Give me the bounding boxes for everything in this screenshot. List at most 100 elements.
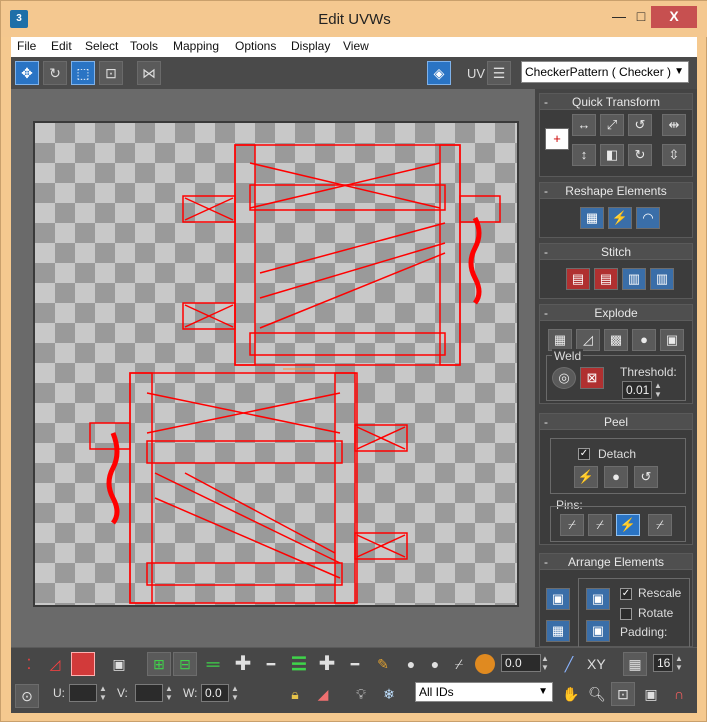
explode-by-smoothing-icon[interactable]: ● <box>632 329 656 351</box>
detach-checkbox[interactable]: ✓ <box>578 448 590 460</box>
flatten-icon[interactable]: ▩ <box>604 329 628 351</box>
stitch-to-target-icon[interactable]: ▤ <box>566 268 590 290</box>
select-pinned-icon[interactable]: ⌿ <box>648 514 672 536</box>
falloff-space-label[interactable]: XY <box>587 656 606 672</box>
move-icon[interactable]: ✥ <box>15 61 39 85</box>
vertex-select-icon[interactable]: ⁚ <box>17 652 41 676</box>
target-weld-icon[interactable]: ◎ <box>552 367 576 389</box>
pack-custom-icon[interactable]: ▣ <box>586 588 610 610</box>
falloff-spinner[interactable]: ▲ ▼ <box>541 654 549 672</box>
zoom-region-icon[interactable]: ⊡ <box>611 682 635 706</box>
scale-icon[interactable]: ⬚ <box>71 61 95 85</box>
mirror-icon[interactable]: ⋈ <box>137 61 161 85</box>
arc-icon[interactable]: ◠ <box>636 207 660 229</box>
quick-peel-icon[interactable]: ⚡ <box>574 466 598 488</box>
pack-normalize-icon[interactable]: ▣ <box>546 588 570 610</box>
rescale-checkbox[interactable]: ✓ <box>620 588 632 600</box>
hide-icon[interactable]: 💡︎ <box>349 682 373 706</box>
grid-input[interactable]: 16 <box>653 654 673 672</box>
space-horizontal-icon[interactable]: ⇹ <box>662 114 686 136</box>
grid-spinner[interactable]: ▲ ▼ <box>675 654 683 672</box>
menu-options[interactable]: Options <box>235 39 276 53</box>
stitch-average-icon[interactable]: ▤ <box>594 268 618 290</box>
pin-icon[interactable]: ⌿ <box>560 514 584 536</box>
threshold-input[interactable]: 0.01 <box>622 381 652 399</box>
rollout-header-quick-transform[interactable]: - Quick Transform <box>540 94 692 110</box>
menu-tools[interactable]: Tools <box>130 39 158 53</box>
polygon-select-icon[interactable] <box>71 652 95 676</box>
menu-select[interactable]: Select <box>85 39 118 53</box>
minimize-button[interactable]: — <box>605 6 633 28</box>
shrink-brush-icon[interactable]: ● <box>423 652 447 676</box>
align-horizontal-icon[interactable]: ↔ <box>572 114 596 136</box>
grow-selection-icon[interactable]: ⊞ <box>147 652 171 676</box>
enlarge-brush-icon[interactable]: ● <box>399 652 423 676</box>
stitch-custom-icon[interactable]: ▥ <box>650 268 674 290</box>
align-diagonal-icon[interactable]: ⤢ <box>600 114 624 136</box>
rollout-header-stitch[interactable]: - Stitch <box>540 244 692 260</box>
falloff-input[interactable]: 0.0 <box>501 654 541 672</box>
rollout-header-explode[interactable]: - Explode <box>540 305 692 321</box>
rotate-icon[interactable]: ↻ <box>43 61 67 85</box>
material-id-select[interactable]: All IDs ▼ <box>415 682 553 702</box>
pivot-center-icon[interactable]: + <box>545 128 569 150</box>
absolute-offset-icon[interactable]: ⊙ <box>15 684 39 708</box>
w-input[interactable]: 0.0 <box>201 684 229 702</box>
shrink-ring-icon[interactable]: ━ <box>343 652 367 676</box>
paint-select-icon[interactable]: ✎ <box>371 652 395 676</box>
shrink-loop-icon[interactable]: ━ <box>259 652 283 676</box>
rollout-header-reshape[interactable]: - Reshape Elements <box>540 183 692 199</box>
peel-mode-icon[interactable]: ● <box>604 466 628 488</box>
weld-selected-icon[interactable]: ⊠ <box>580 367 604 389</box>
menu-view[interactable]: View <box>343 39 369 53</box>
list-icon[interactable]: ☰ <box>487 61 511 85</box>
auto-pin-icon[interactable]: ⚡ <box>616 514 640 536</box>
menu-mapping[interactable]: Mapping <box>173 39 219 53</box>
show-hidden-icon[interactable]: ◢ <box>311 682 335 706</box>
freeze-icon[interactable]: ❄ <box>377 682 401 706</box>
texture-select[interactable]: CheckerPattern ( Checker ) ▼ <box>521 61 689 83</box>
snap-toggle-icon[interactable]: ∩ <box>667 682 691 706</box>
menu-edit[interactable]: Edit <box>51 39 72 53</box>
relax-icon[interactable]: ⚡ <box>608 207 632 229</box>
u-spinner[interactable]: ▲ ▼ <box>99 684 107 702</box>
rotate-ccw-icon[interactable]: ↺ <box>628 114 652 136</box>
menu-display[interactable]: Display <box>291 39 330 53</box>
close-button[interactable]: X <box>651 6 697 28</box>
explode-by-material-icon[interactable]: ▣ <box>660 329 684 351</box>
align-vertical-icon[interactable]: ↕ <box>572 144 596 166</box>
zoom-extents-icon[interactable]: ▣ <box>639 682 663 706</box>
grow-ring-icon[interactable]: ✚ <box>315 652 339 676</box>
straighten-icon[interactable]: ◧ <box>600 144 624 166</box>
menu-file[interactable]: File <box>17 39 36 53</box>
limit-selection-icon[interactable]: ▦ <box>623 652 647 676</box>
freeform-icon[interactable]: ⊡ <box>99 61 123 85</box>
grow-loop-icon[interactable]: ✚ <box>231 652 255 676</box>
checker-display-icon[interactable]: ◈ <box>427 61 451 85</box>
pan-icon[interactable]: ✋ <box>559 682 583 706</box>
v-input[interactable] <box>135 684 163 702</box>
space-vertical-icon[interactable]: ⇳ <box>662 144 686 166</box>
detach-edges-icon[interactable]: ◿ <box>576 329 600 351</box>
brush-size-icon[interactable]: ⌿ <box>447 652 471 676</box>
maximize-button[interactable]: □ <box>633 6 649 28</box>
rotate-cw-icon[interactable]: ↻ <box>628 144 652 166</box>
soft-selection-icon[interactable] <box>473 652 497 676</box>
falloff-type-icon[interactable]: ╱ <box>557 652 581 676</box>
pack-together-icon[interactable]: ▦ <box>546 620 570 642</box>
zoom-icon[interactable]: 🔍︎ <box>585 682 609 706</box>
u-input[interactable] <box>69 684 97 702</box>
v-spinner[interactable]: ▲ ▼ <box>165 684 173 702</box>
straighten-selection-icon[interactable]: ▦ <box>580 207 604 229</box>
loop-icon[interactable]: ═ <box>201 652 225 676</box>
rollout-header-arrange[interactable]: - Arrange Elements <box>540 554 692 570</box>
unpin-icon[interactable]: ⌿ <box>588 514 612 536</box>
element-select-icon[interactable]: ▣ <box>107 652 131 676</box>
break-icon[interactable]: ▦ <box>548 329 572 351</box>
w-spinner[interactable]: ▲ ▼ <box>231 684 239 702</box>
edge-select-icon[interactable]: ◿ <box>43 652 67 676</box>
stitch-to-source-icon[interactable]: ▥ <box>622 268 646 290</box>
reset-peel-icon[interactable]: ↺ <box>634 466 658 488</box>
lock-selection-icon[interactable]: 🔒︎ <box>283 682 307 706</box>
ring-icon[interactable]: ☰ <box>287 652 311 676</box>
